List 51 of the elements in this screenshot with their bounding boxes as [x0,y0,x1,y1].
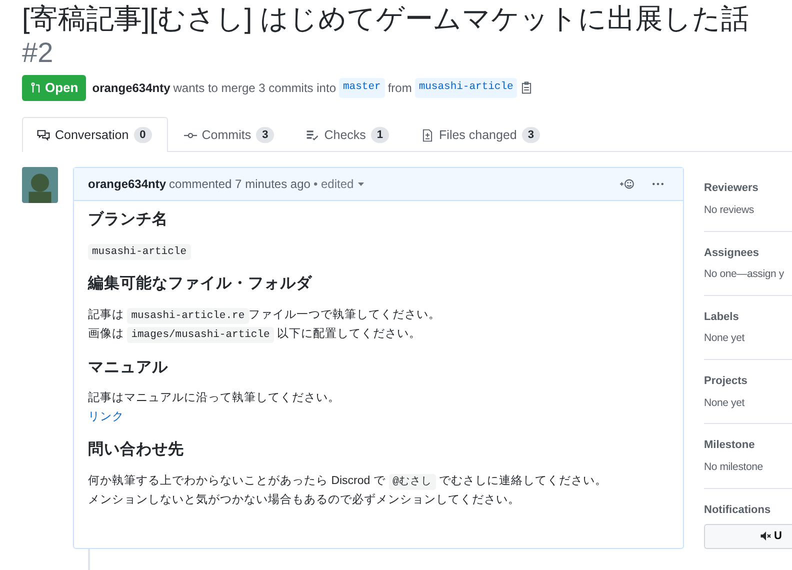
sidebar-heading: Projects [704,374,748,390]
sidebar-value: No milestone [704,460,764,475]
section-heading: 問い合わせ先 [88,441,185,460]
status-label: Open [45,79,78,98]
head-branch[interactable]: musashi-article [414,78,518,98]
paragraph-text: 記事は musashi-article.re ファイル一つで執筆してください。 [88,306,442,326]
tab-counter: 1 [370,126,390,144]
paragraph-text: musashi-article [88,242,669,262]
sidebar-heading: Assignees [704,246,760,261]
tab[interactable]: Commits 3 [168,116,290,152]
file-diff-icon [421,128,434,142]
paragraph-text: 何か執筆する上でわからないことがあったら Discrod で @むさし でむさしに連絡してください。 [88,472,608,491]
sidebar-value: No one—assign y [704,267,785,282]
tab[interactable]: Conversation 0 [22,116,168,152]
pr-title: [寄稿記事][むさし] はじめてゲームマケットに出展した話 [22,3,749,34]
paragraph-text: メンションしないと気がつかない場合もあるので必ずメンションしてください。 [88,492,521,508]
sidebar-heading: Milestone [704,438,756,454]
sidebar-value: No reviews [704,202,755,218]
merge-icon [30,82,42,94]
tab-counter: 0 [134,126,152,144]
paragraph-text: 画像は images/musashi-article 以下に配置してください。 [88,326,422,345]
merge-description: wants to merge 3 commits into [173,80,336,97]
mute-icon [760,530,772,542]
sidebar-heading: Labels [704,310,740,325]
comment-timestamp: commented 7 minutes ago [169,176,310,194]
avatar-placeholder [22,167,58,204]
tab[interactable]: Files changed 3 [405,116,556,152]
tab-counter: 3 [256,126,274,144]
author-link[interactable]: orange634nty [92,78,170,97]
sidebar-heading: Notifications [704,502,772,518]
base-branch[interactable]: master [339,78,385,98]
section-heading: 編集可能なファイル・フォルダ [88,275,314,294]
section-heading: マニュアル [88,358,169,378]
checklist-icon [306,128,320,142]
section-heading: ブランチ名 [88,211,169,230]
add-emoji-icon[interactable] [617,177,637,192]
edited-dropdown[interactable]: • edited [313,175,365,194]
tab-counter: 3 [522,126,540,144]
unsubscribe-button[interactable]: U [704,524,792,549]
pr-number: #2 [22,36,54,68]
comment-icon [37,128,50,142]
paragraph-text: 記事はマニュアルに沿って執筆してください。 [88,390,341,406]
copy-icon[interactable] [520,81,534,94]
author-link[interactable]: orange634nty [88,175,166,194]
sidebar-value: None yet [704,331,746,346]
caret-icon [356,180,365,188]
sidebar-value: None yet [704,396,746,411]
from-label: from [388,80,412,97]
link[interactable]: リンク [88,411,124,424]
sidebar-heading: Reviewers [704,181,760,196]
tab[interactable]: Checks 1 [290,116,406,152]
